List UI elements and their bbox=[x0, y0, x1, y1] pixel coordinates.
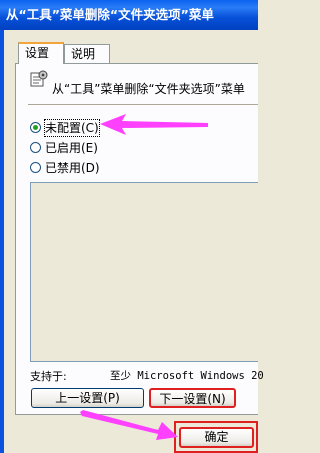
support-label: 支持于: bbox=[30, 370, 67, 383]
ok-button[interactable]: 确定 bbox=[179, 427, 254, 448]
window-title: 从“工具”菜单删除“文件夹选项”菜单 bbox=[0, 0, 258, 30]
tab-settings[interactable]: 设置 bbox=[18, 42, 64, 64]
description-box bbox=[30, 182, 258, 362]
option-label: 未配置(C) bbox=[44, 119, 100, 137]
radio-not-configured[interactable] bbox=[30, 122, 41, 133]
next-setting-button[interactable]: 下一设置(N) bbox=[149, 388, 236, 408]
tab-explain[interactable]: 说明 bbox=[64, 44, 110, 63]
policy-settings-icon bbox=[30, 70, 48, 87]
radio-disabled[interactable] bbox=[30, 162, 41, 173]
support-info: 支持于: 至少 Microsoft Windows 20 bbox=[30, 368, 264, 384]
radio-enabled[interactable] bbox=[30, 142, 41, 153]
option-label: 已禁用(D) bbox=[45, 161, 100, 175]
support-value: 至少 Microsoft Windows 20 bbox=[110, 370, 264, 382]
prev-setting-button[interactable]: 上一设置(P) bbox=[31, 388, 144, 408]
option-label: 已启用(E) bbox=[45, 141, 98, 155]
separator bbox=[28, 104, 258, 105]
policy-name: 从“工具”菜单删除“文件夹选项”菜单 bbox=[52, 82, 245, 96]
